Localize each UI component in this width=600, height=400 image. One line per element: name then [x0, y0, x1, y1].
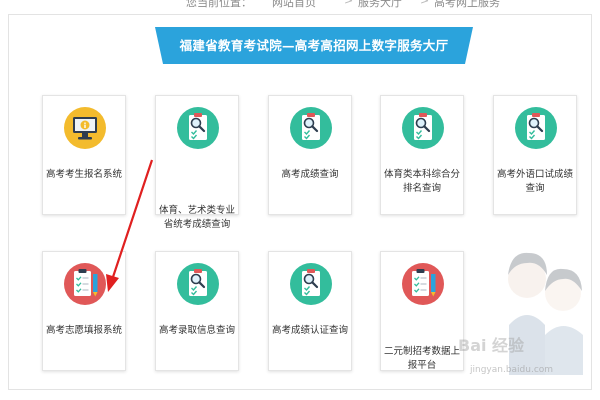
- clipboard-search-icon: [290, 107, 332, 149]
- clipboard-search-icon: [515, 107, 557, 149]
- clipboard-search-icon: [177, 263, 219, 305]
- watermark-url: jingyan.baidu.com: [470, 365, 554, 375]
- clipboard-search-icon: [402, 107, 444, 149]
- tile-label: 二元制招考数据上报平台: [383, 346, 460, 371]
- breadcrumb-separator: >: [420, 0, 430, 7]
- tile-label: 高考考生报名系统: [45, 169, 122, 180]
- tile-exam-registration[interactable]: 高考考生报名系统: [42, 95, 126, 215]
- customer-service-illustration: [508, 252, 583, 375]
- tile-pe-art-exam-score-query[interactable]: 体育、艺术类专业省统考成绩查询: [155, 95, 239, 230]
- breadcrumb-item-current[interactable]: 高考网上服务: [434, 0, 500, 10]
- breadcrumb-item-service-hall[interactable]: 服务大厅: [358, 0, 402, 10]
- tile-label: 体育类本科综合分排名查询: [383, 169, 460, 194]
- clipboard-search-icon: [290, 263, 332, 305]
- breadcrumb: 您当前位置： 网站首页 > 服务大厅 > 高考网上服务: [0, 0, 600, 10]
- clipboard-pen-icon: [64, 263, 106, 305]
- breadcrumb-separator: >: [344, 0, 354, 7]
- tile-score-certification-query[interactable]: 高考成绩认证查询: [268, 251, 352, 371]
- tile-dual-system-data-reporting[interactable]: 二元制招考数据上报平台: [380, 251, 464, 371]
- tile-pe-undergrad-ranking-query[interactable]: 体育类本科综合分排名查询: [380, 95, 464, 215]
- breadcrumb-item-home[interactable]: 网站首页: [272, 0, 316, 10]
- banner-title: 福建省教育考试院—高考高招网上数字服务大厅: [179, 38, 449, 53]
- tile-label: 高考录取信息查询: [158, 325, 235, 336]
- tile-oral-english-score-query[interactable]: 高考外语口试成绩查询: [493, 95, 577, 215]
- clipboard-search-icon: [177, 107, 219, 149]
- clipboard-pen-icon: [402, 263, 444, 305]
- banner: 福建省教育考试院—高考高招网上数字服务大厅: [155, 27, 473, 64]
- tile-exam-score-query[interactable]: 高考成绩查询: [268, 95, 352, 215]
- tile-admission-info-query[interactable]: 高考录取信息查询: [155, 251, 239, 371]
- breadcrumb-location-label: 您当前位置：: [186, 0, 252, 9]
- watermark: Bai 经验: [458, 336, 525, 355]
- tile-label: 高考外语口试成绩查询: [496, 169, 573, 194]
- monitor-info-icon: [64, 107, 106, 149]
- page: 您当前位置： 网站首页 > 服务大厅 > 高考网上服务 福建省教育考试院—高考高…: [0, 0, 600, 400]
- tile-label: 高考成绩认证查询: [271, 325, 348, 336]
- tile-application-filling-system[interactable]: 高考志愿填报系统: [42, 251, 126, 371]
- tile-label: 体育、艺术类专业省统考成绩查询: [158, 205, 235, 230]
- tile-label: 高考成绩查询: [281, 169, 339, 180]
- tile-label: 高考志愿填报系统: [45, 325, 122, 336]
